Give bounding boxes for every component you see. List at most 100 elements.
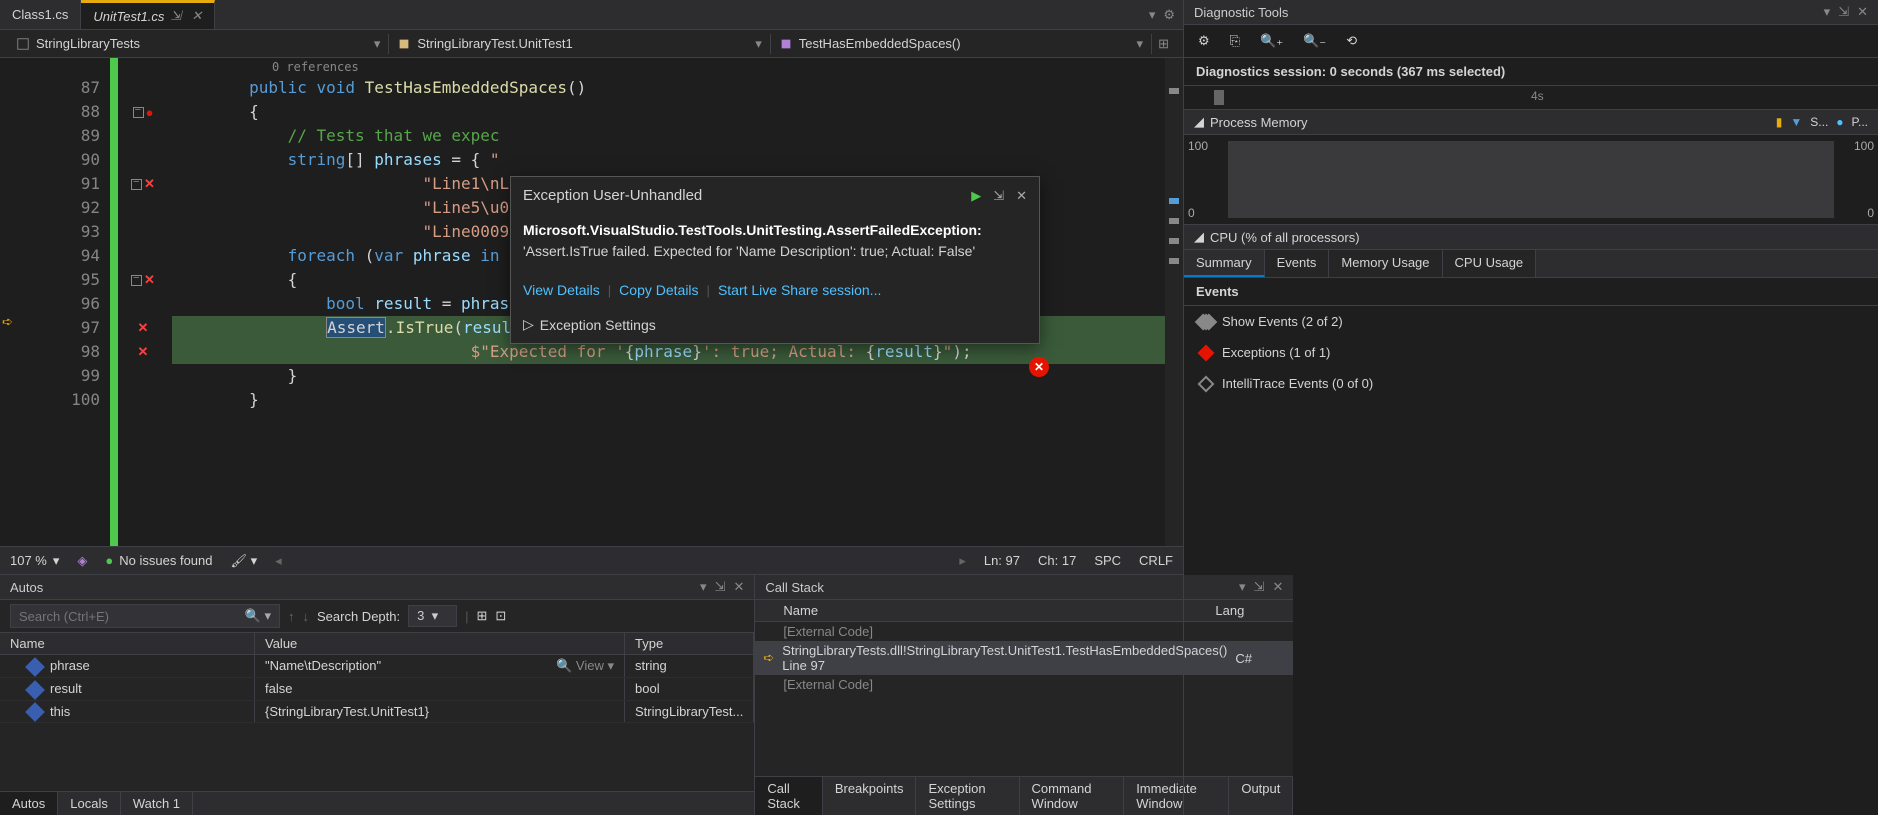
- close-icon[interactable]: ✕: [1857, 4, 1868, 20]
- close-icon[interactable]: ✕: [191, 8, 202, 24]
- brush-icon[interactable]: 🖌 ▾: [231, 553, 258, 569]
- event-show-events[interactable]: Show Events (2 of 2): [1184, 306, 1878, 337]
- zoom-out-icon[interactable]: 🔍₋: [1303, 33, 1326, 49]
- dropdown-icon[interactable]: ▾: [1149, 7, 1156, 23]
- export-icon[interactable]: ⎘: [1230, 33, 1240, 49]
- file-tabs: Class1.cs UnitTest1.cs ⇲ ✕ ▾ ⚙: [0, 0, 1183, 30]
- zoom-level[interactable]: 107 % ▾: [10, 553, 59, 569]
- tab-class1[interactable]: Class1.cs: [0, 0, 81, 29]
- breadcrumb-label: StringLibraryTest.UnitTest1: [417, 36, 572, 51]
- nav-down-icon[interactable]: ↓: [303, 609, 310, 624]
- col-name[interactable]: Name: [783, 603, 1215, 618]
- footer-tab[interactable]: Call Stack: [755, 777, 822, 815]
- scroll-left-icon[interactable]: ◂: [275, 553, 282, 569]
- view-details-link[interactable]: View Details: [523, 282, 600, 298]
- footer-tab[interactable]: Exception Settings: [916, 777, 1019, 815]
- footer-tab[interactable]: Watch 1: [121, 792, 193, 815]
- panel-title: Call Stack: [765, 580, 824, 595]
- breadcrumb: StringLibraryTests ▾ StringLibraryTest.U…: [0, 30, 1183, 58]
- live-share-link[interactable]: Start Live Share session...: [718, 282, 881, 298]
- diag-timeline[interactable]: 4s: [1184, 86, 1878, 110]
- tab-unittest1[interactable]: UnitTest1.cs ⇲ ✕: [81, 0, 215, 29]
- event-exceptions[interactable]: Exceptions (1 of 1): [1184, 337, 1878, 368]
- error-badge-icon: ✕: [1029, 357, 1049, 377]
- tool-icon[interactable]: ⊡: [495, 608, 506, 624]
- exception-popup: Exception User-Unhandled ▶ ⇲ ✕ Microsoft…: [510, 176, 1040, 344]
- close-icon[interactable]: ✕: [733, 579, 744, 595]
- search-depth-label: Search Depth:: [317, 609, 400, 624]
- variable-row[interactable]: resultfalsebool: [0, 678, 754, 701]
- split-icon[interactable]: ⊞: [1152, 36, 1175, 52]
- gear-icon[interactable]: ⚙: [1198, 33, 1210, 49]
- variable-row[interactable]: phrase"Name\tDescription" 🔍 View ▾string: [0, 655, 754, 678]
- reset-icon[interactable]: ⟲: [1346, 33, 1357, 49]
- col-type[interactable]: Type: [625, 633, 754, 654]
- events-header: Events: [1184, 278, 1878, 306]
- copy-details-link[interactable]: Copy Details: [619, 282, 698, 298]
- footer-tab[interactable]: Autos: [0, 792, 58, 815]
- vertical-scrollbar[interactable]: [1165, 58, 1183, 546]
- close-icon[interactable]: ✕: [1016, 188, 1027, 204]
- chevron-down-icon: ▾: [374, 36, 381, 52]
- autos-search[interactable]: 🔍 ▾: [10, 604, 280, 628]
- pin-icon[interactable]: ⇲: [170, 8, 181, 24]
- code-editor[interactable]: ➪ 87888990919293949596979899100 ●✕✕✕✕ 0 …: [0, 58, 1183, 546]
- chevron-down-icon: ▾: [1137, 36, 1144, 52]
- search-icon[interactable]: 🔍 ▾: [245, 608, 271, 624]
- change-indicator: [110, 58, 118, 546]
- diag-tab[interactable]: Summary: [1184, 250, 1265, 277]
- footer-tab[interactable]: Locals: [58, 792, 121, 815]
- continue-icon[interactable]: ▶: [971, 188, 981, 204]
- nav-up-icon[interactable]: ↑: [288, 609, 295, 624]
- zoom-in-icon[interactable]: 🔍₊: [1260, 33, 1283, 49]
- autos-grid[interactable]: Name Value Type phrase"Name\tDescription…: [0, 633, 754, 791]
- events-icon: [1198, 313, 1215, 330]
- breadcrumb-method[interactable]: TestHasEmbeddedSpaces() ▾: [771, 34, 1152, 54]
- indent-mode[interactable]: SPC: [1094, 553, 1121, 568]
- event-intellitrace[interactable]: IntelliTrace Events (0 of 0): [1184, 368, 1878, 399]
- diag-tab[interactable]: Memory Usage: [1329, 250, 1442, 277]
- breadcrumb-namespace[interactable]: StringLibraryTests ▾: [8, 34, 389, 54]
- footer-tab[interactable]: Command Window: [1020, 777, 1125, 815]
- dropdown-icon[interactable]: ▾: [1824, 4, 1831, 20]
- issues-status[interactable]: ● No issues found: [105, 553, 212, 568]
- diag-tab[interactable]: Events: [1265, 250, 1330, 277]
- col-value[interactable]: Value: [255, 633, 625, 654]
- tab-label: Class1.cs: [12, 7, 68, 22]
- exception-icon: [1198, 344, 1215, 361]
- gear-icon[interactable]: ⚙: [1163, 7, 1175, 23]
- current-line-arrow-icon: ➪: [2, 314, 13, 330]
- pin-icon[interactable]: ⇲: [715, 579, 726, 595]
- line-ending[interactable]: CRLF: [1139, 553, 1173, 568]
- editor-status-bar: 107 % ▾ ◈ ● No issues found 🖌 ▾ ◂ ▸ Ln: …: [0, 546, 1183, 574]
- search-input[interactable]: [19, 609, 245, 624]
- method-icon: [779, 37, 793, 51]
- chevron-down-icon: ▾: [755, 36, 762, 52]
- cursor-col: Ch: 17: [1038, 553, 1076, 568]
- class-icon: [397, 37, 411, 51]
- tab-label: UnitTest1.cs: [93, 9, 164, 24]
- scroll-right-icon[interactable]: ▸: [959, 553, 966, 569]
- exception-settings-expander[interactable]: ▷ Exception Settings: [511, 306, 1039, 343]
- autos-panel: Autos ▾ ⇲ ✕ 🔍 ▾ ↑ ↓ Search Depth: 3 ▾ | …: [0, 575, 755, 815]
- pin-icon[interactable]: ⇲: [993, 188, 1004, 204]
- process-memory-header[interactable]: ◢ Process Memory ▮▼S... ●P...: [1184, 110, 1878, 135]
- panel-title: Autos: [10, 580, 43, 595]
- tool-icon[interactable]: ⊞: [476, 608, 487, 624]
- diag-toolbar: ⚙ ⎘ 🔍₊ 🔍₋ ⟲: [1184, 25, 1878, 58]
- cpu-header[interactable]: ◢ CPU (% of all processors): [1184, 225, 1878, 250]
- dropdown-icon[interactable]: ▾: [700, 579, 707, 595]
- namespace-icon: [16, 37, 30, 51]
- variable-row[interactable]: this{StringLibraryTest.UnitTest1}StringL…: [0, 701, 754, 724]
- search-depth-select[interactable]: 3 ▾: [408, 605, 457, 627]
- glyph-margin: ●✕✕✕✕: [118, 58, 168, 546]
- breadcrumb-class[interactable]: StringLibraryTest.UnitTest1 ▾: [389, 34, 770, 54]
- pin-icon[interactable]: ⇲: [1838, 4, 1849, 20]
- footer-tab[interactable]: Breakpoints: [823, 777, 917, 815]
- health-indicator[interactable]: ◈: [77, 553, 87, 569]
- diag-tab[interactable]: CPU Usage: [1443, 250, 1537, 277]
- chevron-right-icon: ▷: [523, 316, 534, 333]
- col-name[interactable]: Name: [0, 633, 255, 654]
- memory-graph[interactable]: 1000 1000: [1184, 135, 1878, 225]
- diagnostic-tools-panel: Diagnostic Tools ▾ ⇲ ✕ ⚙ ⎘ 🔍₊ 🔍₋ ⟲ Diagn…: [1183, 0, 1878, 815]
